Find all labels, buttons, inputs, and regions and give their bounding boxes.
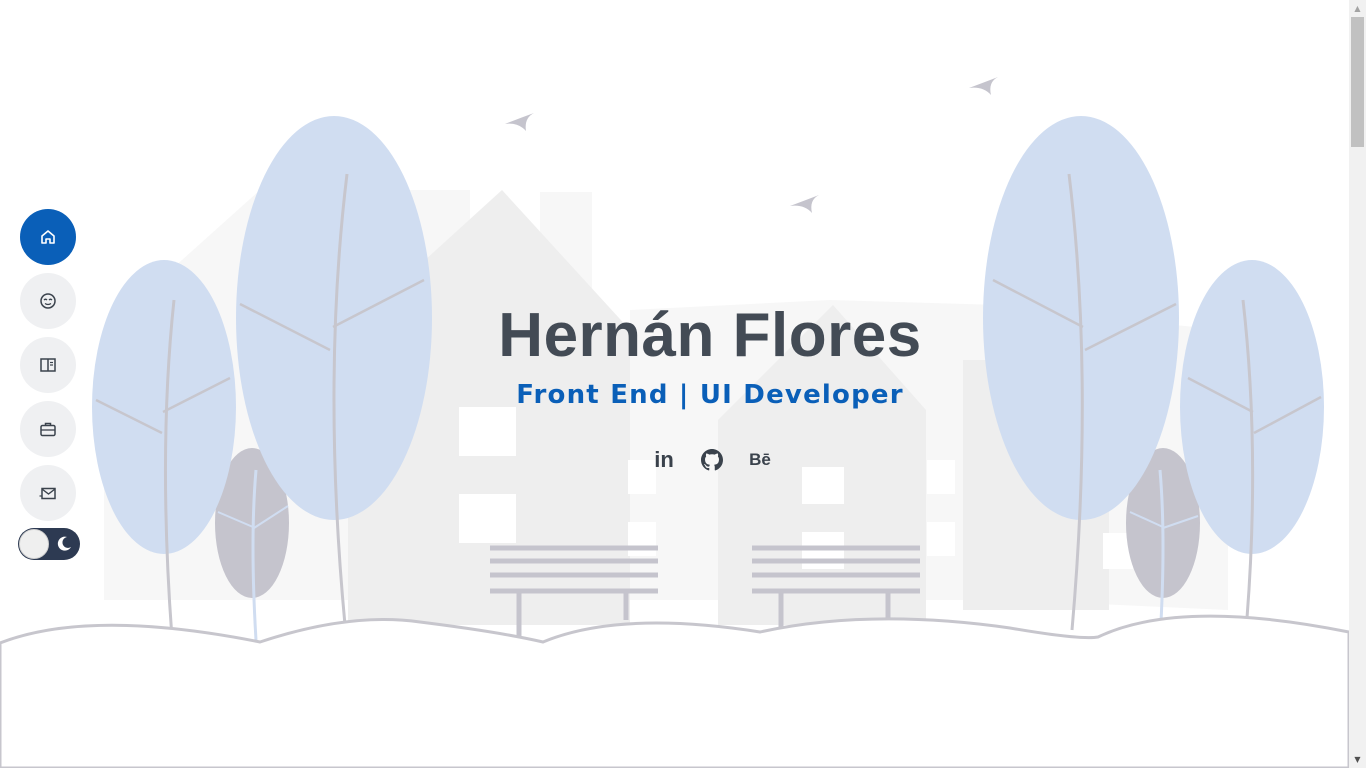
theme-toggle[interactable] [18,528,80,560]
nav-resume-button[interactable] [20,337,76,393]
book-icon [40,358,56,372]
toggle-knob[interactable] [19,529,49,559]
scrollbar[interactable]: ▲ ▼ [1349,0,1366,768]
nav-contact-button[interactable] [20,465,76,521]
scroll-up-arrow-icon[interactable]: ▲ [1349,0,1366,17]
hero-role: Front End | UI Developer [516,380,904,410]
linkedin-icon: in [654,447,674,472]
home-icon [41,230,55,244]
github-link[interactable] [699,447,725,473]
hero-name: Hernán Flores [498,301,922,370]
behance-link[interactable]: Bē [745,447,775,473]
mail-icon [39,487,56,500]
briefcase-icon [40,422,56,437]
nav-home-button[interactable] [20,209,76,265]
ground [0,614,1349,768]
nav-portfolio-button[interactable] [20,401,76,457]
scroll-down-arrow-icon[interactable]: ▼ [1349,751,1366,768]
behance-icon: Bē [749,450,771,469]
nav-about-button[interactable] [20,273,76,329]
scroll-thumb[interactable] [1351,17,1364,147]
linkedin-link[interactable]: in [650,447,678,473]
github-icon [701,449,723,471]
face-icon [40,293,56,309]
moon-icon [57,536,71,551]
